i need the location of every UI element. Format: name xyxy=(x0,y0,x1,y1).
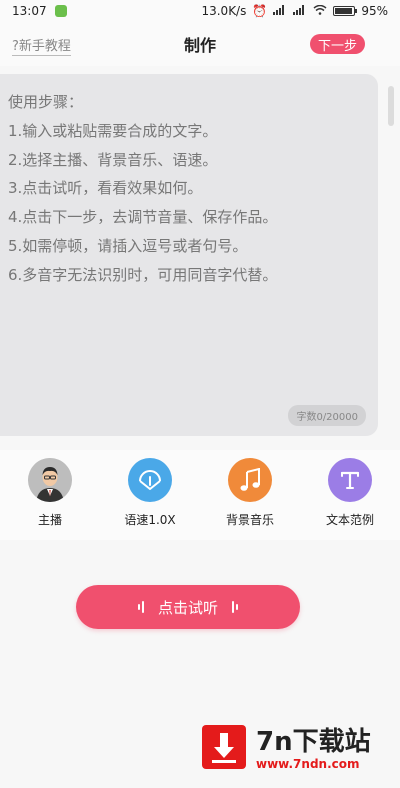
signal-icon-2 xyxy=(293,4,307,18)
notification-app-icon xyxy=(54,5,67,17)
char-count-badge: 字数0/20000 xyxy=(288,405,366,426)
tool-text-example[interactable]: 文本范例 xyxy=(300,450,400,540)
instruction-line: 1.输入或粘贴需要合成的文字。 xyxy=(8,121,218,140)
watermark: 7n下载站 www.7ndn.com xyxy=(202,725,392,777)
battery-value: 95 xyxy=(361,4,377,18)
next-step-button[interactable]: 下一步 xyxy=(309,34,365,54)
status-right: 13.0K/s ⏰ 95% xyxy=(201,4,388,18)
tool-label: 语速1.0X xyxy=(124,513,176,527)
status-time: 13:07 xyxy=(12,4,47,18)
tool-label: 主播 xyxy=(37,513,62,527)
status-bar: 13:07 13.0K/s ⏰ 95% xyxy=(0,0,400,22)
listen-label: 点击试听 xyxy=(157,598,218,617)
download-logo-icon xyxy=(202,725,246,769)
music-note-icon xyxy=(228,458,272,502)
text-t-icon xyxy=(328,458,372,502)
editor-placeholder: 使用步骤： 1.输入或粘贴需要合成的文字。 2.选择主播、背景音乐、语速。 3.… xyxy=(8,88,368,290)
instruction-line: 2.选择主播、背景音乐、语速。 xyxy=(8,150,218,169)
battery-percent: 95% xyxy=(361,4,388,18)
listen-button[interactable]: 点击试听 xyxy=(76,585,300,629)
tool-music[interactable]: 背景音乐 xyxy=(200,450,300,540)
scrollbar-thumb[interactable] xyxy=(388,86,394,126)
top-bar: ?新手教程 制作 下一步 xyxy=(0,22,400,66)
tool-anchor[interactable]: 主播 xyxy=(0,450,100,540)
signal-icon xyxy=(273,4,287,18)
watermark-url: www.7ndn.com xyxy=(256,757,360,771)
instruction-line: 5.如需停顿，请插入逗号或者句号。 xyxy=(8,236,248,255)
question-icon: ? xyxy=(12,39,19,54)
anchor-avatar-icon xyxy=(28,458,72,502)
sound-wave-icon xyxy=(137,601,144,613)
instruction-line: 4.点击下一步，去调节音量、保存作品。 xyxy=(8,208,278,227)
watermark-title: 7n下载站 xyxy=(256,727,371,757)
network-speed: 13.0K/s xyxy=(201,4,247,18)
speed-gauge-icon xyxy=(128,458,172,502)
status-left: 13:07 xyxy=(12,4,67,18)
instruction-line: 3.点击试听，看看效果如何。 xyxy=(8,179,203,198)
tools-row: 主播 语速1.0X 背景音乐 文本范例 xyxy=(0,450,400,540)
instruction-line: 6.多音字无法识别时，可用同音字代替。 xyxy=(8,265,278,284)
tool-label: 文本范例 xyxy=(325,513,374,527)
alarm-icon: ⏰ xyxy=(252,4,268,18)
tool-label: 背景音乐 xyxy=(225,513,274,527)
battery-icon xyxy=(333,6,358,16)
wifi-icon xyxy=(313,4,327,18)
sound-wave-icon xyxy=(232,601,238,613)
tutorial-label: 新手教程 xyxy=(18,39,71,54)
instruction-line: 使用步骤： xyxy=(8,93,84,111)
page-title: 制作 xyxy=(183,36,216,55)
tool-speed[interactable]: 语速1.0X xyxy=(100,450,200,540)
scrollbar[interactable] xyxy=(388,76,396,436)
text-editor[interactable]: 使用步骤： 1.输入或粘贴需要合成的文字。 2.选择主播、背景音乐、语速。 3.… xyxy=(0,74,378,436)
tutorial-link[interactable]: ?新手教程 xyxy=(12,35,71,56)
